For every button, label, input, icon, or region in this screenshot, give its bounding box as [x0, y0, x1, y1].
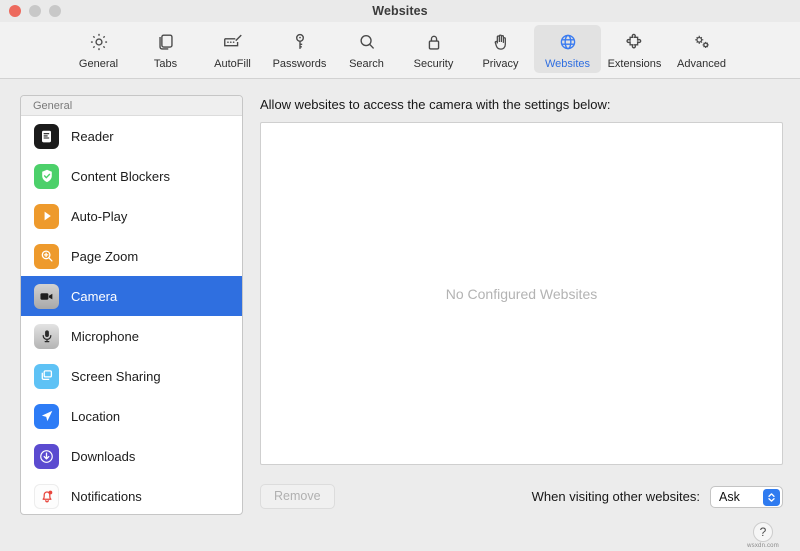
- sidebar-item-label: Downloads: [71, 449, 135, 464]
- default-behavior-select[interactable]: Ask: [710, 486, 783, 508]
- preferences-window: Websites General Tabs: [0, 0, 800, 551]
- sidebar-item-content-blockers[interactable]: Content Blockers: [21, 156, 242, 196]
- panel-heading: Allow websites to access the camera with…: [260, 97, 783, 112]
- toolbar-item-websites[interactable]: Websites: [534, 25, 601, 73]
- default-behavior-value: Ask: [719, 490, 740, 504]
- sidebar-item-page-zoom[interactable]: Page Zoom: [21, 236, 242, 276]
- toolbar-item-privacy[interactable]: Privacy: [467, 25, 534, 73]
- download-icon: [34, 444, 59, 469]
- gear-icon: [88, 29, 110, 55]
- tabs-icon: [155, 29, 177, 55]
- help-area: ? wsxdn.com: [740, 522, 786, 549]
- toolbar-label: Privacy: [482, 58, 518, 70]
- toolbar-item-passwords[interactable]: Passwords: [266, 25, 333, 73]
- sidebar-item-reader[interactable]: Reader: [21, 116, 242, 156]
- toolbar-item-tabs[interactable]: Tabs: [132, 25, 199, 73]
- toolbar-item-general[interactable]: General: [65, 25, 132, 73]
- search-icon: [356, 29, 378, 55]
- chevron-updown-icon: [763, 489, 780, 506]
- toolbar-label: Security: [414, 58, 454, 70]
- sidebar-item-label: Location: [71, 409, 120, 424]
- play-icon: [34, 204, 59, 229]
- default-behavior-control: When visiting other websites: Ask: [532, 486, 783, 508]
- reader-icon: [34, 124, 59, 149]
- sidebar-header: General: [21, 96, 242, 116]
- title-bar: Websites: [0, 0, 800, 22]
- sidebar-item-label: Auto-Play: [71, 209, 127, 224]
- sidebar-item-label: Page Zoom: [71, 249, 138, 264]
- magnifier-plus-icon: [34, 244, 59, 269]
- toolbar-label: Passwords: [273, 58, 327, 70]
- toolbar-label: Search: [349, 58, 384, 70]
- sidebar-list: Reader Content Blockers Auto-Play: [21, 116, 242, 514]
- sidebar-item-notifications[interactable]: Notifications: [21, 476, 242, 514]
- window-title: Websites: [0, 4, 800, 18]
- puzzle-icon: [623, 29, 646, 55]
- toolbar-item-advanced[interactable]: Advanced: [668, 25, 735, 73]
- camera-settings-panel: Allow websites to access the camera with…: [260, 95, 783, 515]
- sidebar-item-label: Reader: [71, 129, 114, 144]
- bell-icon: [34, 484, 59, 509]
- shield-check-icon: [34, 164, 59, 189]
- sidebar-item-label: Camera: [71, 289, 117, 304]
- location-arrow-icon: [34, 404, 59, 429]
- sidebar-item-microphone[interactable]: Microphone: [21, 316, 242, 356]
- key-icon: [289, 29, 311, 55]
- sidebar-item-label: Notifications: [71, 489, 142, 504]
- toolbar-item-autofill[interactable]: AutoFill: [199, 25, 266, 73]
- help-button[interactable]: ?: [753, 522, 773, 542]
- watermark: wsxdn.com: [747, 543, 779, 549]
- toolbar-item-security[interactable]: Security: [400, 25, 467, 73]
- toolbar-item-extensions[interactable]: Extensions: [601, 25, 668, 73]
- configured-websites-list[interactable]: No Configured Websites: [260, 122, 783, 465]
- remove-button[interactable]: Remove: [260, 484, 335, 509]
- hand-icon: [490, 29, 512, 55]
- settings-sidebar: General Reader Content Blockers: [20, 95, 243, 515]
- toolbar-label: Advanced: [677, 58, 726, 70]
- panel-footer: Remove When visiting other websites: Ask: [260, 465, 783, 515]
- lock-icon: [423, 29, 445, 55]
- toolbar-label: Websites: [545, 58, 590, 70]
- toolbar-label: General: [79, 58, 118, 70]
- microphone-icon: [34, 324, 59, 349]
- gears-icon: [690, 29, 714, 55]
- screen-sharing-icon: [34, 364, 59, 389]
- sidebar-item-downloads[interactable]: Downloads: [21, 436, 242, 476]
- sidebar-item-auto-play[interactable]: Auto-Play: [21, 196, 242, 236]
- sidebar-item-label: Microphone: [71, 329, 139, 344]
- sidebar-item-label: Content Blockers: [71, 169, 170, 184]
- empty-state-text: No Configured Websites: [446, 286, 597, 302]
- toolbar-label: AutoFill: [214, 58, 251, 70]
- camera-icon: [34, 284, 59, 309]
- globe-icon: [557, 29, 579, 55]
- default-behavior-label: When visiting other websites:: [532, 489, 700, 504]
- autofill-icon: [221, 29, 245, 55]
- preferences-content: General Reader Content Blockers: [0, 79, 800, 551]
- toolbar-label: Tabs: [154, 58, 177, 70]
- toolbar-item-search[interactable]: Search: [333, 25, 400, 73]
- sidebar-item-label: Screen Sharing: [71, 369, 161, 384]
- preferences-toolbar: General Tabs AutoFill: [0, 22, 800, 79]
- toolbar-label: Extensions: [608, 58, 662, 70]
- sidebar-item-camera[interactable]: Camera: [21, 276, 242, 316]
- sidebar-item-location[interactable]: Location: [21, 396, 242, 436]
- sidebar-item-screen-sharing[interactable]: Screen Sharing: [21, 356, 242, 396]
